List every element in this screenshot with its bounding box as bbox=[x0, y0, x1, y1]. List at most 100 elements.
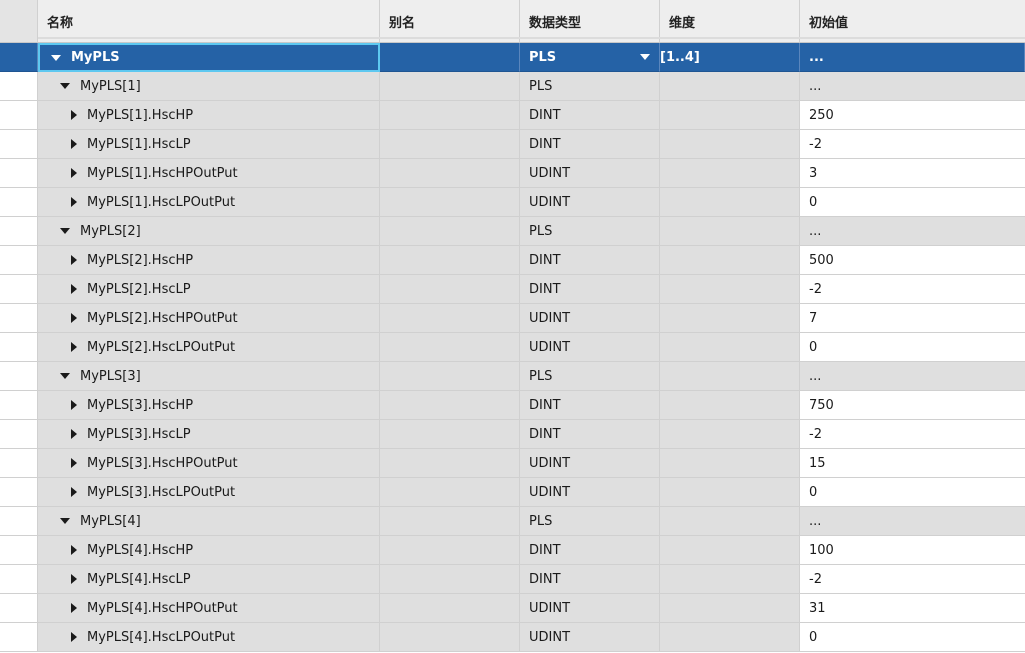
triangle-down-icon[interactable] bbox=[60, 373, 70, 379]
type-cell[interactable]: DINT bbox=[520, 420, 660, 449]
name-cell[interactable]: MyPLS[3].HscHPOutPut bbox=[38, 449, 380, 478]
alias-cell[interactable] bbox=[380, 478, 520, 507]
name-cell[interactable]: MyPLS[2].HscHPOutPut bbox=[38, 304, 380, 333]
triangle-right-icon[interactable] bbox=[71, 545, 77, 555]
initial-value-cell[interactable]: ... bbox=[800, 217, 1025, 246]
name-cell[interactable]: MyPLS[4].HscLP bbox=[38, 565, 380, 594]
triangle-right-icon[interactable] bbox=[71, 429, 77, 439]
dimension-cell[interactable] bbox=[660, 362, 800, 391]
triangle-right-icon[interactable] bbox=[71, 284, 77, 294]
table-row-group[interactable]: MyPLS[3] PLS... bbox=[0, 362, 1025, 391]
type-cell[interactable]: PLS bbox=[520, 72, 660, 101]
alias-cell[interactable] bbox=[380, 623, 520, 652]
name-cell[interactable]: MyPLS bbox=[38, 43, 380, 72]
alias-cell[interactable] bbox=[380, 275, 520, 304]
triangle-down-icon[interactable] bbox=[60, 228, 70, 234]
name-cell[interactable]: MyPLS[4].HscHPOutPut bbox=[38, 594, 380, 623]
alias-cell[interactable] bbox=[380, 333, 520, 362]
table-row[interactable]: MyPLS[3].HscLPOutPut UDINT 0 bbox=[0, 478, 1025, 507]
name-cell[interactable]: MyPLS[3].HscLP bbox=[38, 420, 380, 449]
table-row-group[interactable]: MyPLS[1] PLS... bbox=[0, 72, 1025, 101]
name-cell[interactable]: MyPLS[1].HscLPOutPut bbox=[38, 188, 380, 217]
initial-value-cell[interactable]: 750 bbox=[800, 391, 1025, 420]
name-cell[interactable]: MyPLS[2].HscLPOutPut bbox=[38, 333, 380, 362]
triangle-right-icon[interactable] bbox=[71, 400, 77, 410]
type-cell[interactable]: UDINT bbox=[520, 159, 660, 188]
table-row[interactable]: MyPLS[4].HscHPOutPut UDINT 31 bbox=[0, 594, 1025, 623]
type-cell[interactable]: UDINT bbox=[520, 449, 660, 478]
name-cell[interactable]: MyPLS[3].HscLPOutPut bbox=[38, 478, 380, 507]
triangle-down-icon[interactable] bbox=[60, 83, 70, 89]
dimension-cell[interactable] bbox=[660, 159, 800, 188]
initial-value-cell[interactable]: 31 bbox=[800, 594, 1025, 623]
initial-value-cell[interactable]: 7 bbox=[800, 304, 1025, 333]
dimension-cell[interactable] bbox=[660, 391, 800, 420]
dimension-cell[interactable] bbox=[660, 536, 800, 565]
name-cell[interactable]: MyPLS[1] bbox=[38, 72, 380, 101]
name-cell[interactable]: MyPLS[4].HscHP bbox=[38, 536, 380, 565]
initial-value-cell[interactable]: 0 bbox=[800, 188, 1025, 217]
table-row-group[interactable]: MyPLS[4] PLS... bbox=[0, 507, 1025, 536]
dimension-cell[interactable] bbox=[660, 101, 800, 130]
alias-cell[interactable] bbox=[380, 420, 520, 449]
initial-value-cell[interactable]: 0 bbox=[800, 478, 1025, 507]
alias-cell[interactable] bbox=[380, 72, 520, 101]
type-cell[interactable]: UDINT bbox=[520, 188, 660, 217]
alias-cell[interactable] bbox=[380, 130, 520, 159]
name-cell[interactable]: MyPLS[4] bbox=[38, 507, 380, 536]
type-cell[interactable]: UDINT bbox=[520, 623, 660, 652]
initial-value-cell[interactable]: -2 bbox=[800, 420, 1025, 449]
dimension-cell[interactable]: [1..4] bbox=[660, 43, 800, 72]
dimension-cell[interactable] bbox=[660, 507, 800, 536]
table-row[interactable]: MyPLS[2].HscLP DINT -2 bbox=[0, 275, 1025, 304]
type-cell[interactable]: DINT bbox=[520, 536, 660, 565]
triangle-right-icon[interactable] bbox=[71, 603, 77, 613]
dimension-cell[interactable] bbox=[660, 478, 800, 507]
triangle-right-icon[interactable] bbox=[71, 487, 77, 497]
alias-cell[interactable] bbox=[380, 391, 520, 420]
type-cell[interactable]: DINT bbox=[520, 101, 660, 130]
alias-cell[interactable] bbox=[380, 536, 520, 565]
triangle-right-icon[interactable] bbox=[71, 574, 77, 584]
dimension-cell[interactable] bbox=[660, 72, 800, 101]
alias-cell[interactable] bbox=[380, 159, 520, 188]
initial-value-cell[interactable]: ... bbox=[800, 507, 1025, 536]
dimension-cell[interactable] bbox=[660, 275, 800, 304]
table-row-group[interactable]: MyPLS[2] PLS... bbox=[0, 217, 1025, 246]
table-row-root-selected[interactable]: MyPLS PLS [1..4] ... bbox=[0, 43, 1025, 72]
type-cell[interactable]: PLS bbox=[520, 507, 660, 536]
dropdown-arrow-icon[interactable] bbox=[640, 54, 650, 60]
dimension-cell[interactable] bbox=[660, 246, 800, 275]
initial-value-cell[interactable]: 500 bbox=[800, 246, 1025, 275]
type-cell[interactable]: DINT bbox=[520, 246, 660, 275]
initial-value-cell[interactable]: -2 bbox=[800, 275, 1025, 304]
table-row[interactable]: MyPLS[1].HscHPOutPut UDINT 3 bbox=[0, 159, 1025, 188]
dimension-cell[interactable] bbox=[660, 304, 800, 333]
name-cell[interactable]: MyPLS[2].HscHP bbox=[38, 246, 380, 275]
triangle-right-icon[interactable] bbox=[71, 632, 77, 642]
alias-cell[interactable] bbox=[380, 362, 520, 391]
name-cell[interactable]: MyPLS[1].HscHPOutPut bbox=[38, 159, 380, 188]
dimension-cell[interactable] bbox=[660, 594, 800, 623]
initial-value-cell[interactable]: 15 bbox=[800, 449, 1025, 478]
triangle-right-icon[interactable] bbox=[71, 197, 77, 207]
initial-value-cell[interactable]: -2 bbox=[800, 130, 1025, 159]
triangle-right-icon[interactable] bbox=[71, 255, 77, 265]
table-row[interactable]: MyPLS[3].HscHPOutPut UDINT 15 bbox=[0, 449, 1025, 478]
alias-cell[interactable] bbox=[380, 449, 520, 478]
table-row[interactable]: MyPLS[4].HscHP DINT 100 bbox=[0, 536, 1025, 565]
triangle-right-icon[interactable] bbox=[71, 342, 77, 352]
table-row[interactable]: MyPLS[1].HscHP DINT 250 bbox=[0, 101, 1025, 130]
dimension-cell[interactable] bbox=[660, 188, 800, 217]
triangle-down-icon[interactable] bbox=[60, 518, 70, 524]
type-cell[interactable]: UDINT bbox=[520, 304, 660, 333]
initial-value-cell[interactable]: -2 bbox=[800, 565, 1025, 594]
triangle-down-icon[interactable] bbox=[51, 54, 61, 61]
table-row[interactable]: MyPLS[4].HscLPOutPut UDINT 0 bbox=[0, 623, 1025, 652]
initial-value-cell[interactable]: ... bbox=[800, 362, 1025, 391]
dimension-cell[interactable] bbox=[660, 449, 800, 478]
triangle-right-icon[interactable] bbox=[71, 168, 77, 178]
name-cell[interactable]: MyPLS[1].HscHP bbox=[38, 101, 380, 130]
type-cell[interactable]: DINT bbox=[520, 130, 660, 159]
alias-cell[interactable] bbox=[380, 565, 520, 594]
